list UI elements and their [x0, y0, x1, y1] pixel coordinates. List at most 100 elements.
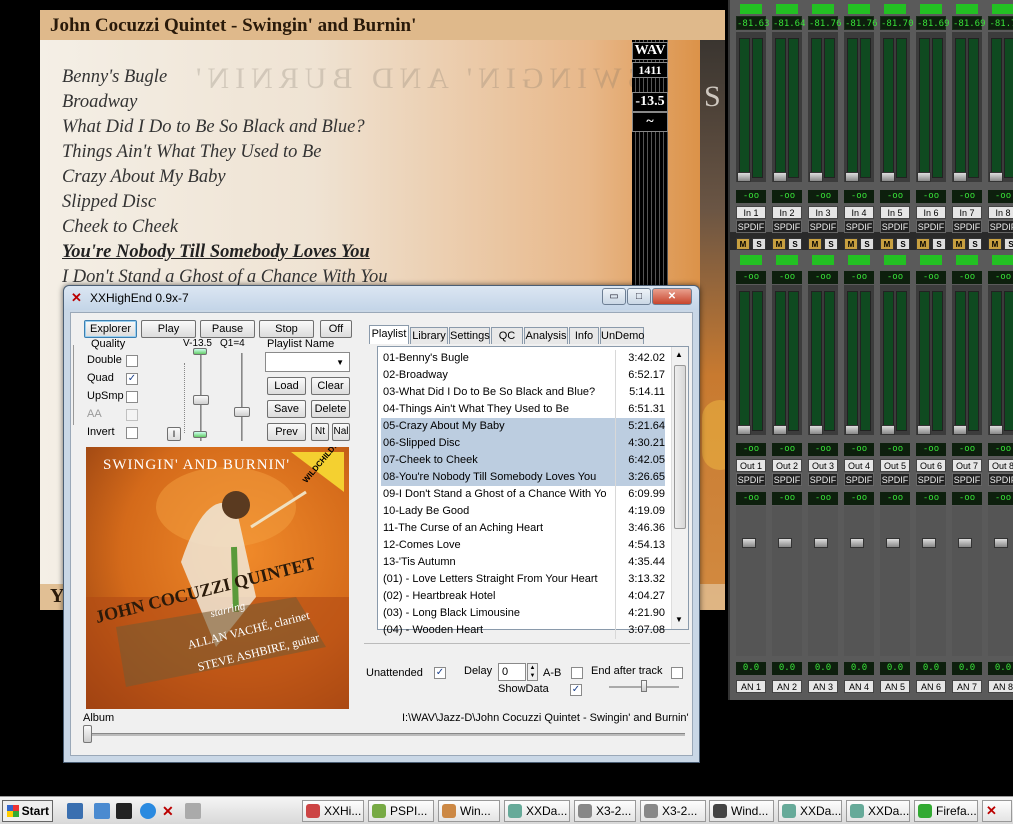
- solo-button[interactable]: S: [860, 238, 874, 250]
- playback-fader-handle[interactable]: [737, 425, 751, 435]
- taskbar-item[interactable]: XXHi...: [302, 800, 364, 822]
- playlist-row[interactable]: 02-Broadway 6:52.17: [381, 367, 665, 384]
- solo-button[interactable]: S: [1004, 238, 1013, 250]
- mute-button[interactable]: M: [880, 238, 894, 250]
- internet-explorer-icon[interactable]: [140, 803, 156, 819]
- playlist-row[interactable]: 01-Benny's Bugle 3:42.02: [381, 350, 665, 367]
- solo-button[interactable]: S: [824, 238, 838, 250]
- volume-slider-bottom-handle[interactable]: [193, 431, 207, 438]
- input-fader-handle[interactable]: [737, 172, 751, 182]
- output-fader-handle[interactable]: [778, 538, 792, 548]
- small-slider-handle[interactable]: [641, 680, 647, 692]
- solo-button[interactable]: S: [896, 238, 910, 250]
- taskbar-item[interactable]: XXDa...: [846, 800, 910, 822]
- playlist-row[interactable]: 12-Comes Love 4:54.13: [381, 537, 665, 554]
- tab-library[interactable]: Library: [410, 327, 448, 344]
- quality-option-checkbox[interactable]: [126, 427, 138, 439]
- load-button[interactable]: Load: [267, 377, 306, 395]
- mute-button[interactable]: M: [916, 238, 930, 250]
- switch-windows-icon[interactable]: [94, 803, 110, 819]
- delay-input[interactable]: 0: [498, 663, 526, 681]
- minimize-button[interactable]: ▭: [602, 288, 626, 305]
- playlist-row[interactable]: (02) - Heartbreak Hotel 4:04.27: [381, 588, 665, 605]
- scroll-up-icon[interactable]: ▲: [675, 350, 683, 359]
- unattended-checkbox[interactable]: ✓: [434, 667, 446, 679]
- tab-qc[interactable]: QC: [491, 327, 523, 344]
- volume-slider-top-handle[interactable]: [193, 348, 207, 355]
- input-fader-handle[interactable]: [881, 172, 895, 182]
- showdata-checkbox[interactable]: ✓: [570, 684, 582, 696]
- nt-button[interactable]: Nt: [311, 423, 329, 441]
- show-desktop-icon[interactable]: [67, 803, 83, 819]
- output-fader-handle[interactable]: [922, 538, 936, 548]
- playlist-row[interactable]: 07-Cheek to Cheek 6:42.05: [381, 452, 665, 469]
- save-button[interactable]: Save: [267, 400, 306, 418]
- playback-fader-handle[interactable]: [881, 425, 895, 435]
- command-prompt-icon[interactable]: [116, 803, 132, 819]
- volume-slider-handle[interactable]: [193, 395, 209, 405]
- taskbar-item[interactable]: Win...: [438, 800, 500, 822]
- taskbar-item[interactable]: XXDa...: [504, 800, 570, 822]
- tab-undemo[interactable]: UnDemo: [600, 327, 644, 344]
- pause-button[interactable]: Pause: [200, 320, 255, 338]
- i-button[interactable]: I: [167, 427, 181, 441]
- clear-button[interactable]: Clear: [311, 377, 350, 395]
- taskbar-item[interactable]: X3-2...: [640, 800, 706, 822]
- mute-button[interactable]: M: [952, 238, 966, 250]
- input-fader-handle[interactable]: [845, 172, 859, 182]
- mute-button[interactable]: M: [988, 238, 1002, 250]
- scroll-down-icon[interactable]: ▼: [675, 615, 683, 624]
- solo-button[interactable]: S: [752, 238, 766, 250]
- playlist-row[interactable]: 04-Things Ain't What They Used to Be 6:51…: [381, 401, 665, 418]
- prev-button[interactable]: Prev: [267, 423, 306, 441]
- mute-button[interactable]: M: [736, 238, 750, 250]
- playlist-scrollbar[interactable]: ▲ ▼: [671, 347, 688, 629]
- output-fader-handle[interactable]: [886, 538, 900, 548]
- solo-button[interactable]: S: [968, 238, 982, 250]
- delay-spinner[interactable]: ▲ ▼: [527, 663, 538, 681]
- input-fader-handle[interactable]: [809, 172, 823, 182]
- xxhighend-quick-icon[interactable]: ✕: [162, 803, 178, 819]
- tab-playlist[interactable]: Playlist: [369, 325, 409, 344]
- quality-option-checkbox[interactable]: [126, 391, 138, 403]
- tab-info[interactable]: Info: [569, 327, 599, 344]
- input-fader-handle[interactable]: [917, 172, 931, 182]
- taskbar-item[interactable]: ✕: [982, 800, 1012, 822]
- mute-button[interactable]: M: [844, 238, 858, 250]
- mute-button[interactable]: M: [772, 238, 786, 250]
- tab-settings[interactable]: Settings: [449, 327, 490, 344]
- playback-fader-handle[interactable]: [773, 425, 787, 435]
- playlist-row[interactable]: 06-Slipped Disc 4:30.21: [381, 435, 665, 452]
- quality-option-checkbox[interactable]: [126, 355, 138, 367]
- playlist-name-dropdown[interactable]: ▼: [265, 352, 350, 372]
- playlist-row[interactable]: 09-I Don't Stand a Ghost of a Chance Wit…: [381, 486, 665, 503]
- playback-fader-handle[interactable]: [917, 425, 931, 435]
- playlist-list[interactable]: 01-Benny's Bugle 3:42.02 02-Broadway 6:52.1…: [377, 346, 689, 639]
- playback-fader-handle[interactable]: [845, 425, 859, 435]
- input-fader-handle[interactable]: [953, 172, 967, 182]
- album-progress-handle[interactable]: [83, 725, 92, 743]
- title-bar[interactable]: ✕ XXHighEnd 0.9x-7 ▭ □ ✕: [64, 286, 699, 310]
- tab-analysis[interactable]: Analysis: [524, 327, 568, 344]
- stop-button[interactable]: Stop: [259, 320, 314, 338]
- taskbar-item[interactable]: X3-2...: [574, 800, 636, 822]
- delete-button[interactable]: Delete: [311, 400, 350, 418]
- output-fader-handle[interactable]: [850, 538, 864, 548]
- close-button[interactable]: ✕: [652, 288, 692, 305]
- playback-fader-handle[interactable]: [953, 425, 967, 435]
- playlist-row[interactable]: (03) - Long Black Limousine 4:21.90: [381, 605, 665, 622]
- taskbar-item[interactable]: Wind...: [709, 800, 774, 822]
- q1-slider-handle[interactable]: [234, 407, 250, 417]
- playlist-row[interactable]: 08-You're Nobody Till Somebody Loves You…: [381, 469, 665, 486]
- end-after-track-checkbox[interactable]: [671, 667, 683, 679]
- playlist-row[interactable]: (01) - Love Letters Straight From Your H…: [381, 571, 665, 588]
- output-fader-handle[interactable]: [742, 538, 756, 548]
- output-fader-handle[interactable]: [958, 538, 972, 548]
- playlist-row[interactable]: 03-What Did I Do to Be So Black and Blue…: [381, 384, 665, 401]
- off-button[interactable]: Off: [320, 320, 352, 338]
- taskbar-item[interactable]: Firefa...: [914, 800, 978, 822]
- playlist-row[interactable]: (04) - Wooden Heart 3:07.08: [381, 622, 665, 639]
- explorer-button[interactable]: Explorer: [84, 320, 137, 338]
- input-fader-handle[interactable]: [989, 172, 1003, 182]
- mute-button[interactable]: M: [808, 238, 822, 250]
